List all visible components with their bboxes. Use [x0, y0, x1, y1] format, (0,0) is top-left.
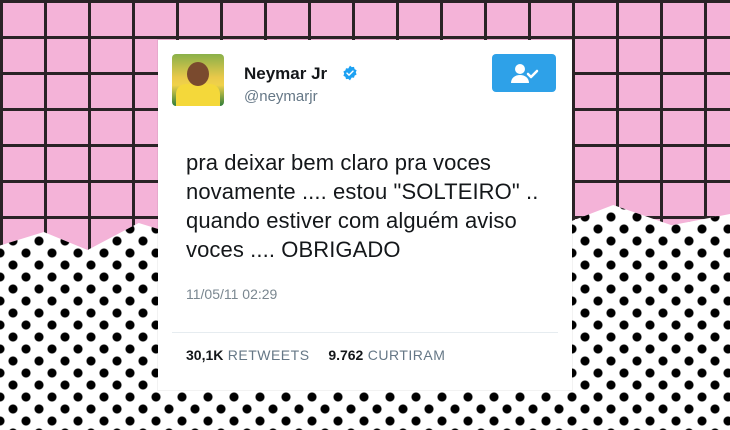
retweets-label[interactable]: RETWEETS — [228, 347, 310, 363]
follow-user-icon — [511, 64, 539, 83]
tweet-header: Neymar Jr @neymarjr — [172, 54, 558, 108]
verified-badge-icon — [343, 65, 357, 81]
tweet-text-line: pra deixar bem claro pra voces — [186, 150, 492, 175]
tweet-stats: 30,1K RETWEETS 9.762 CURTIRAM — [172, 333, 558, 363]
likes-count[interactable]: 9.762 — [328, 347, 363, 363]
tweet-text-line: voces .... OBRIGADO — [186, 237, 401, 262]
author-name[interactable]: Neymar Jr — [244, 64, 327, 84]
retweets-count[interactable]: 30,1K — [186, 347, 223, 363]
avatar[interactable] — [172, 54, 224, 106]
tweet-text-line: quando estiver com alguém aviso — [186, 208, 517, 233]
tweet-text-line: novamente .... estou "SOLTEIRO" .. — [186, 179, 539, 204]
author-handle: @neymarjr — [244, 88, 318, 105]
follow-button[interactable] — [492, 54, 556, 92]
tweet-card: Neymar Jr @neymarjr pra deixar bem claro… — [158, 40, 572, 390]
tweet-timestamp[interactable]: 11/05/11 02:29 — [172, 286, 558, 302]
likes-label[interactable]: CURTIRAM — [368, 347, 446, 363]
tweet-text: pra deixar bem claro pra voces novamente… — [172, 148, 558, 264]
